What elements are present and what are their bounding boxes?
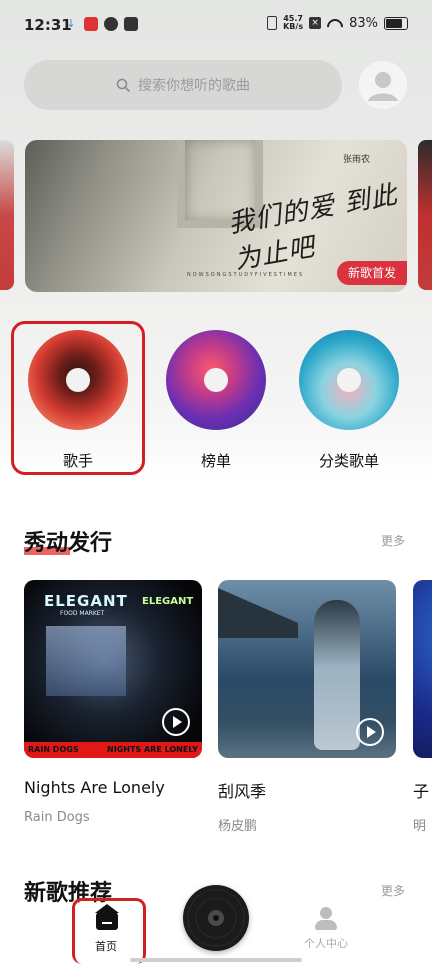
singer-highlight-box [11, 321, 145, 475]
now-playing-disc-button[interactable] [183, 885, 249, 951]
category-chart-label: 榜单 [200, 452, 231, 470]
cover-pier [218, 588, 298, 638]
banner-subtitle: NOWSONGSTUDYFIVESTIMES [187, 272, 305, 278]
cover-figure [314, 600, 360, 750]
no-sim-icon: × [309, 17, 322, 29]
battery-icon [384, 16, 408, 30]
banner-artist: 张雨农 [343, 155, 371, 165]
strip-left-text: RAIN DOGS [28, 745, 79, 754]
release-cover: ELEGANT FOOD MARKET ELEGANT RAIN DOGS NI… [24, 580, 202, 758]
cover-sign: ELEGANT [44, 592, 128, 610]
playlist-disc-icon [299, 330, 399, 430]
nav-profile-label: 个人中心 [304, 937, 348, 950]
cover-sign-right: ELEGANT [142, 596, 194, 607]
home-highlight-box [72, 898, 146, 964]
mail-notification-icon [124, 17, 138, 31]
release-cover [413, 580, 432, 758]
category-playlists-label: 分类歌单 [318, 452, 379, 470]
release-artist: 明 [413, 819, 427, 834]
release-title: 子 [413, 782, 430, 801]
search-icon [116, 78, 130, 92]
play-icon[interactable] [356, 718, 384, 746]
network-speed-unit: KB/s [283, 22, 304, 31]
section-release-title: 秀动发行 [24, 525, 112, 557]
battery-percent: 83% [349, 15, 378, 31]
cover-red-strip: RAIN DOGS NIGHTS ARE LONELY [24, 742, 202, 758]
status-notification-icons: ↓ [64, 17, 138, 31]
status-system-icons: 45.7 KB/s × 83% [267, 15, 408, 31]
banner-prev-peek[interactable] [0, 140, 14, 290]
release-cover [218, 580, 396, 758]
banner-tag: 新歌首发 [337, 261, 407, 285]
nav-profile[interactable]: 个人中心 [296, 905, 356, 951]
play-icon[interactable] [162, 708, 190, 736]
cover-storefront [46, 626, 126, 696]
release-artist: Rain Dogs [24, 810, 90, 825]
user-avatar[interactable] [359, 61, 407, 109]
banner-carousel[interactable]: 张雨农 我们的爱 到此为止吧 NOWSONGSTUDYFIVESTIMES 新歌… [25, 140, 407, 292]
wifi-icon [327, 17, 344, 29]
release-title: 刮风季 [218, 782, 267, 801]
category-chart[interactable]: 榜单 [149, 320, 283, 471]
strip-right-text: NIGHTS ARE LONELY [107, 745, 198, 754]
vinyl-icon [187, 889, 245, 947]
release-artist: 杨皮鹏 [218, 819, 258, 834]
release-card[interactable]: 子 明 [413, 580, 432, 834]
vibrate-icon [267, 16, 278, 30]
section-release-more[interactable]: 更多 [381, 532, 405, 549]
category-playlists[interactable]: 分类歌单 [282, 320, 416, 471]
banner-next-peek[interactable] [418, 140, 432, 290]
release-card[interactable]: ELEGANT FOOD MARKET ELEGANT RAIN DOGS NI… [24, 580, 202, 825]
status-bar: 12:31 ↓ 45.7 KB/s × 83% [0, 0, 432, 52]
avatar-person-icon [359, 61, 407, 109]
network-speed: 45.7 KB/s [283, 15, 303, 31]
search-bar[interactable]: 搜索你想听的歌曲 [24, 60, 342, 110]
link-notification-icon [104, 17, 118, 31]
cover-sign-sub: FOOD MARKET [60, 610, 105, 617]
release-card[interactable]: 刮风季 杨皮鹏 [218, 580, 396, 834]
person-icon [315, 907, 337, 931]
search-placeholder: 搜索你想听的歌曲 [138, 78, 250, 94]
app-notification-icon [84, 17, 98, 31]
section-recommend-more[interactable]: 更多 [381, 882, 405, 899]
download-icon: ↓ [66, 17, 76, 30]
chart-disc-icon [166, 330, 266, 430]
release-title: Nights Are Lonely [24, 778, 165, 797]
home-indicator[interactable] [130, 958, 302, 962]
